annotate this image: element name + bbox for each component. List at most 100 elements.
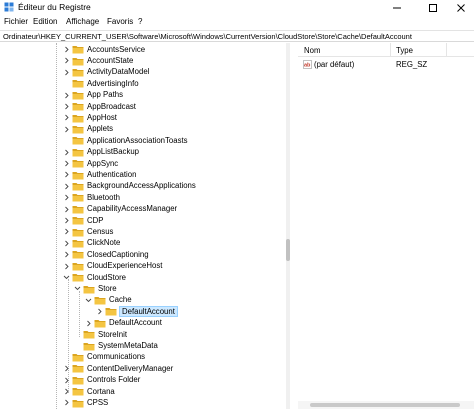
tree-item[interactable]: Bluetooth [0, 192, 286, 203]
minimize-icon [393, 7, 401, 8]
tree-item[interactable]: Cortana [0, 386, 286, 397]
tree-item[interactable]: BackgroundAccessApplications [0, 181, 286, 192]
tree-item[interactable]: Cache [0, 295, 286, 306]
column-separator[interactable] [390, 43, 391, 57]
tree-item-label: DefaultAccount [109, 318, 162, 328]
menu-fichier[interactable]: Fichier [4, 17, 28, 26]
minimize-button[interactable] [382, 0, 412, 15]
tree-item[interactable]: AccountsService [0, 44, 286, 55]
window-title: Éditeur du Registre [18, 2, 91, 12]
tree-item[interactable]: DefaultAccount [0, 318, 286, 329]
chevron-right-icon[interactable] [62, 125, 70, 133]
tree-item[interactable]: Applets [0, 124, 286, 135]
tree-item[interactable]: ClosedCaptioning [0, 249, 286, 260]
tree-item-label: Cortana [87, 386, 115, 396]
tree-item-label: Applets [87, 124, 114, 134]
maximize-icon [429, 3, 437, 12]
chevron-right-icon[interactable] [62, 228, 70, 236]
tree-item[interactable]: ApplicationAssociationToasts [0, 135, 286, 146]
chevron-right-icon[interactable] [62, 399, 70, 407]
tree-item-label: StoreInit [98, 329, 128, 339]
chevron-right-icon[interactable] [62, 376, 70, 384]
column-name-header[interactable]: Nom [304, 46, 320, 55]
chevron-right-icon[interactable] [62, 91, 70, 99]
column-separator[interactable] [446, 43, 447, 57]
tree-item[interactable]: ActivityDataModel [0, 67, 286, 78]
title-bar: Éditeur du Registre [0, 0, 474, 15]
tree-item[interactable]: CDP [0, 215, 286, 226]
address-bar[interactable]: Ordinateur\HKEY_CURRENT_USER\Software\Mi… [0, 30, 474, 42]
tree-item[interactable]: Store [0, 283, 286, 294]
column-type-header[interactable]: Type [396, 46, 413, 55]
close-icon [457, 3, 465, 12]
close-button[interactable] [446, 0, 474, 15]
chevron-right-icon[interactable] [62, 68, 70, 76]
values-pane[interactable]: Nom Type ab (par défaut) REG_SZ [298, 43, 474, 409]
tree-item[interactable]: AppHost [0, 112, 286, 123]
tree-item-label: AppHost [87, 112, 117, 122]
ab-string-icon: ab [303, 60, 312, 69]
chevron-right-icon[interactable] [62, 148, 70, 156]
tree-item[interactable]: AdvertisingInfo [0, 78, 286, 89]
tree-scrollbar-thumb[interactable] [286, 239, 290, 261]
chevron-right-icon[interactable] [62, 194, 70, 202]
folder-icon [72, 376, 84, 385]
tree-item[interactable]: StoreInit [0, 329, 286, 340]
values-scrollbar-thumb[interactable] [310, 403, 460, 407]
folder-icon [72, 251, 84, 259]
tree-item[interactable]: ContentDeliveryManager [0, 363, 286, 374]
tree-item[interactable]: CPSS [0, 397, 286, 408]
chevron-right-icon[interactable] [62, 217, 70, 225]
tree-item[interactable]: ClickNote [0, 238, 286, 249]
chevron-down-icon[interactable] [84, 296, 92, 304]
chevron-right-icon[interactable] [95, 308, 103, 316]
menu-edition[interactable]: Edition [33, 17, 57, 26]
tree-item[interactable]: AccountState [0, 55, 286, 66]
chevron-right-icon[interactable] [62, 103, 70, 111]
tree-item[interactable]: Authentication [0, 169, 286, 180]
chevron-right-icon[interactable] [62, 171, 70, 179]
chevron-right-icon[interactable] [62, 160, 70, 168]
address-path[interactable]: Ordinateur\HKEY_CURRENT_USER\Software\Mi… [3, 32, 412, 41]
tree-item-label-selected: DefaultAccount [119, 305, 178, 317]
chevron-down-icon[interactable] [73, 285, 81, 293]
tree-item[interactable]: SystemMetaData [0, 340, 286, 351]
tree-item-label: BackgroundAccessApplications [87, 181, 196, 191]
chevron-right-icon[interactable] [62, 239, 70, 247]
tree-item[interactable]: CloudExperienceHost [0, 261, 286, 272]
chevron-right-icon[interactable] [62, 365, 70, 373]
tree-item[interactable]: AppSync [0, 158, 286, 169]
chevron-right-icon[interactable] [62, 182, 70, 190]
chevron-right-icon[interactable] [62, 114, 70, 122]
tree-item[interactable]: DefaultAccount [0, 305, 286, 317]
chevron-down-icon[interactable] [62, 274, 70, 282]
folder-icon [94, 296, 106, 305]
tree-item[interactable]: Census [0, 226, 286, 237]
folder-icon [72, 148, 84, 157]
folder-icon [72, 91, 84, 100]
tree-pane[interactable]: AccountsService AccountState ActivityDataM… [0, 43, 289, 409]
chevron-right-icon[interactable] [62, 57, 70, 65]
registry-editor-icon [4, 2, 14, 12]
tree-item[interactable]: AppBroadcast [0, 101, 286, 112]
chevron-right-icon[interactable] [62, 251, 70, 259]
menu-favoris[interactable]: Favoris [107, 17, 133, 26]
menu-help[interactable]: ? [138, 17, 142, 26]
chevron-right-icon[interactable] [62, 46, 70, 54]
tree-item[interactable]: App Paths [0, 90, 286, 101]
values-horizontal-scrollbar[interactable] [298, 401, 474, 409]
value-row[interactable]: ab (par défaut) REG_SZ [298, 59, 474, 71]
tree-item[interactable]: AppListBackup [0, 147, 286, 158]
chevron-right-icon[interactable] [62, 205, 70, 213]
chevron-right-icon[interactable] [62, 262, 70, 270]
values-header: Nom Type [298, 43, 474, 57]
tree-item[interactable]: CloudStore [0, 272, 286, 283]
tree-item[interactable]: Controls Folder [0, 375, 286, 386]
tree-scrollbar[interactable] [286, 43, 290, 409]
chevron-right-icon[interactable] [62, 388, 70, 396]
chevron-right-icon[interactable] [84, 319, 92, 327]
tree-item[interactable]: Communications [0, 352, 286, 363]
menu-affichage[interactable]: Affichage [66, 17, 99, 26]
maximize-button[interactable] [418, 0, 448, 15]
tree-item[interactable]: CapabilityAccessManager [0, 204, 286, 215]
